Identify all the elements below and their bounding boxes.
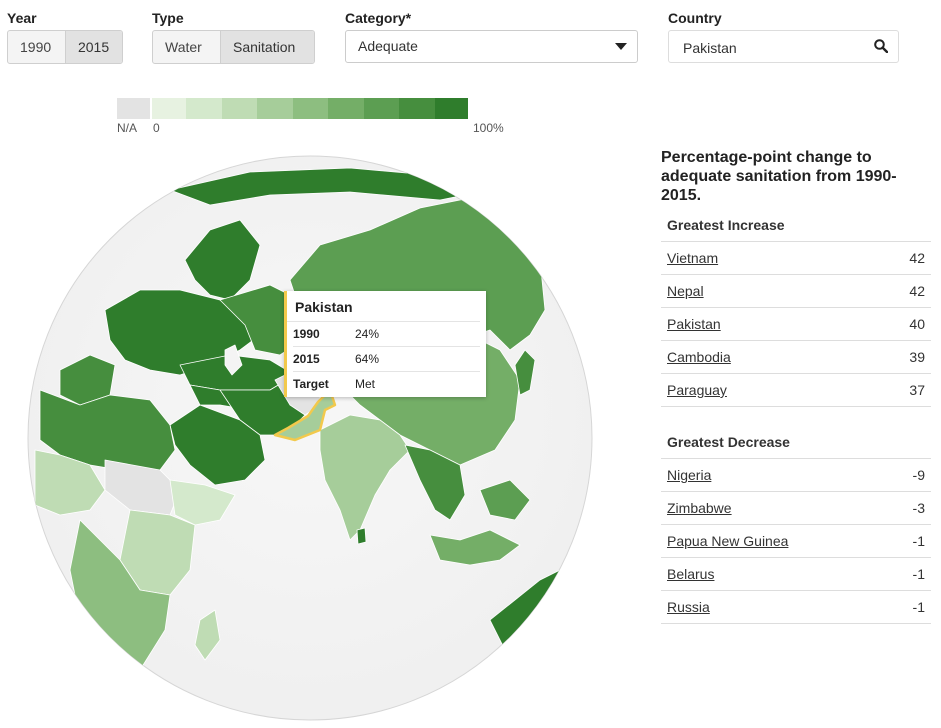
country-link[interactable]: Zimbabwe [667,500,732,516]
panel-title: Percentage-point change to adequate sani… [661,149,897,204]
type-label: Type [152,10,184,26]
table-row: Pakistan 40 [661,308,931,341]
change-value: -3 [912,500,925,516]
table-row: Nepal 42 [661,275,931,308]
tooltip-row-key: Target [293,377,329,391]
change-value: 39 [909,349,925,365]
type-toggle: Water Sanitation [152,30,315,64]
country-link[interactable]: Pakistan [667,316,721,332]
change-value: -9 [912,467,925,483]
tooltip-country-name: Pakistan [287,291,480,322]
year-label: Year [7,10,37,26]
legend-na-label: N/A [117,121,138,135]
globe-map[interactable] [20,150,600,728]
increase-table: Vietnam 42 Nepal 42 Pakistan 40 Cambodia 39 … [661,241,931,407]
country-link[interactable]: Paraguay [667,382,727,398]
search-icon[interactable] [874,39,888,53]
table-row: Zimbabwe -3 [661,492,931,525]
type-water-button[interactable]: Water [153,31,220,63]
tooltip-row-key: 2015 [293,352,320,366]
country-link[interactable]: Belarus [667,566,714,582]
tooltip-row: Target Met [293,372,480,396]
legend-swatch [364,98,399,119]
legend-swatch-na [117,98,150,119]
tooltip-row: 2015 64% [293,347,480,372]
country-search [668,30,899,63]
legend-swatch [222,98,257,119]
legend-swatch [293,98,328,119]
category-select-value: Adequate [358,38,418,54]
table-row: Cambodia 39 [661,341,931,374]
legend-min-label: 0 [153,121,160,135]
change-value: -1 [912,599,925,615]
table-row: Paraguay 37 [661,374,931,407]
country-link[interactable]: Cambodia [667,349,731,365]
year-toggle: 1990 2015 [7,30,123,64]
legend-swatch [257,98,293,119]
tooltip-row-value: Met [355,377,376,391]
country-link[interactable]: Russia [667,599,710,615]
color-legend [117,98,468,119]
table-row: Vietnam 42 [661,242,931,275]
legend-swatch [435,98,468,119]
legend-swatch [186,98,222,119]
chevron-down-icon [615,43,627,50]
table-row: Belarus -1 [661,558,931,591]
country-link[interactable]: Vietnam [667,250,718,266]
category-select[interactable]: Adequate [345,30,638,63]
tooltip-row: 1990 24% [293,322,480,347]
change-value: -1 [912,566,925,582]
legend-swatch [152,98,186,119]
country-link[interactable]: Nepal [667,283,704,299]
change-value: 42 [909,250,925,266]
greatest-decrease-heading: Greatest Decrease [667,434,790,450]
country-link[interactable]: Papua New Guinea [667,533,788,549]
country-search-input[interactable] [681,39,865,57]
change-value: 37 [909,382,925,398]
table-row: Nigeria -9 [661,459,931,492]
category-label: Category* [345,10,412,26]
tooltip-row-key: 1990 [293,327,320,341]
tooltip-row-value: 64% [355,352,380,366]
region-sri-lanka[interactable] [356,527,367,545]
decrease-table: Nigeria -9 Zimbabwe -3 Papua New Guinea -1 … [661,458,931,624]
greatest-increase-heading: Greatest Increase [667,217,785,233]
table-row: Russia -1 [661,591,931,624]
change-value: 42 [909,283,925,299]
change-value: -1 [912,533,925,549]
year-2015-button[interactable]: 2015 [64,31,122,63]
tooltip-row-value: 24% [355,327,380,341]
country-tooltip: Pakistan 1990 24% 2015 64% Target Met [284,291,486,397]
table-row: Papua New Guinea -1 [661,525,931,558]
country-link[interactable]: Nigeria [667,467,711,483]
country-label: Country [668,10,722,26]
year-1990-button[interactable]: 1990 [8,31,65,63]
legend-max-label: 100% [473,121,504,135]
change-value: 40 [909,316,925,332]
legend-swatch [328,98,364,119]
legend-swatch [399,98,435,119]
type-sanitation-button[interactable]: Sanitation [220,31,314,63]
